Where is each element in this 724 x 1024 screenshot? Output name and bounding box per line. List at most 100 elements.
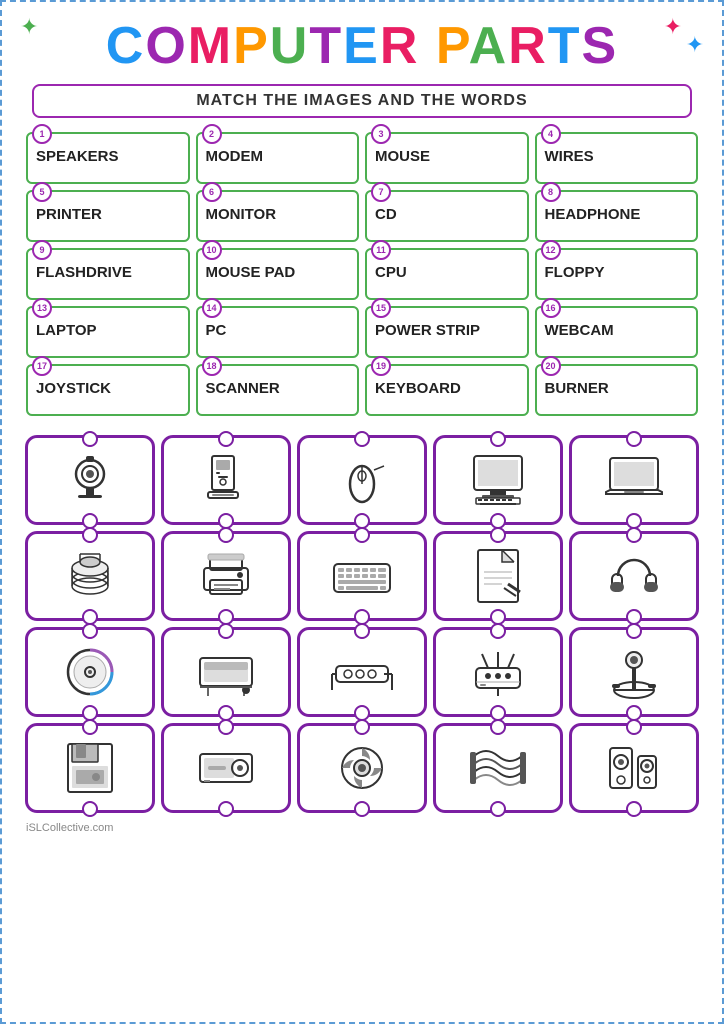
image-modem [433,627,563,717]
image-headphones [569,531,699,621]
word-grid: 1SPEAKERS2MODEM3MOUSE4WIRES5PRINTER6MONI… [12,126,712,422]
word-number: 12 [541,240,561,260]
word-number: 16 [541,298,561,318]
word-item: 16WEBCAM [535,306,699,358]
word-label: CD [375,206,519,223]
joystick-icon [602,640,666,704]
instruction-text: MATCH THE IMAGES AND THE WORDS [196,92,527,109]
image-printer [161,531,291,621]
word-number: 19 [371,356,391,376]
word-label: CPU [375,264,519,281]
image-scanner [161,627,291,717]
word-label: MOUSE [375,148,519,165]
word-label: SCANNER [206,380,350,397]
floppy-icon [58,736,122,800]
word-item: 20BURNER [535,364,699,416]
title-area: ✦ COMPUTER PARTS ✦ ✦ [12,12,712,76]
word-item: 9FLASHDRIVE [26,248,190,300]
word-number: 17 [32,356,52,376]
word-item: 8HEADPHONE [535,190,699,242]
word-label: FLASHDRIVE [36,264,180,281]
word-label: MONITOR [206,206,350,223]
star-icon: ✦ [664,14,682,40]
word-number: 8 [541,182,561,202]
word-number: 7 [371,182,391,202]
word-label: BURNER [545,380,689,397]
scanner-icon [194,640,258,704]
image-monitor [433,435,563,525]
word-number: 20 [541,356,561,376]
instruction-box: MATCH THE IMAGES AND THE WORDS [32,84,692,118]
word-item: 19KEYBOARD [365,364,529,416]
image-cpu [297,723,427,813]
word-item: 6MONITOR [196,190,360,242]
word-number: 15 [371,298,391,318]
modem-icon [466,640,530,704]
pc-icon [194,448,258,512]
webcam-icon [58,448,122,512]
word-label: SPEAKERS [36,148,180,165]
word-label: WEBCAM [545,322,689,339]
word-item: 2MODEM [196,132,360,184]
word-label: MOUSE PAD [206,264,350,281]
word-label: MODEM [206,148,350,165]
word-label: JOYSTICK [36,380,180,397]
word-label: POWER STRIP [375,322,519,339]
word-item: 5PRINTER [26,190,190,242]
word-number: 10 [202,240,222,260]
word-number: 5 [32,182,52,202]
watermark: iSLCollective.com [12,822,712,838]
image-floppy [25,723,155,813]
word-item: 4WIRES [535,132,699,184]
word-label: PC [206,322,350,339]
cpu-fan-icon [330,736,394,800]
word-number: 18 [202,356,222,376]
blank-page-icon [466,544,530,608]
word-label: FLOPPY [545,264,689,281]
image-flashdrive [25,531,155,621]
word-number: 2 [202,124,222,144]
flashdrive-icon [58,544,122,608]
mouse-icon [330,448,394,512]
word-item: 12FLOPPY [535,248,699,300]
burner-icon [194,736,258,800]
image-grid [12,426,712,822]
image-pc [161,435,291,525]
image-blank-page [433,531,563,621]
image-cd-drive [161,723,291,813]
word-item: 3MOUSE [365,132,529,184]
word-item: 13LAPTOP [26,306,190,358]
word-number: 11 [371,240,391,260]
word-label: HEADPHONE [545,206,689,223]
word-item: 18SCANNER [196,364,360,416]
image-laptop [569,435,699,525]
star-icon: ✦ [686,32,704,58]
laptop-icon [602,448,666,512]
word-number: 9 [32,240,52,260]
word-item: 1SPEAKERS [26,132,190,184]
word-label: PRINTER [36,206,180,223]
image-wires [433,723,563,813]
printer-icon [194,544,258,608]
image-speakers [569,723,699,813]
monitor-icon [466,448,530,512]
cd-icon [58,640,122,704]
image-joystick [569,627,699,717]
word-number: 1 [32,124,52,144]
image-mouse [297,435,427,525]
image-cd [25,627,155,717]
word-label: LAPTOP [36,322,180,339]
image-webcam [25,435,155,525]
word-item: 10MOUSE PAD [196,248,360,300]
headphones-icon [602,544,666,608]
powerstrip-icon [330,640,394,704]
wires-icon [466,736,530,800]
page-title: COMPUTER PARTS [106,20,618,72]
image-powerstrip [297,627,427,717]
word-number: 6 [202,182,222,202]
keyboard-icon [330,544,394,608]
word-item: 17JOYSTICK [26,364,190,416]
speakers-icon [602,736,666,800]
image-keyboard [297,531,427,621]
word-number: 13 [32,298,52,318]
